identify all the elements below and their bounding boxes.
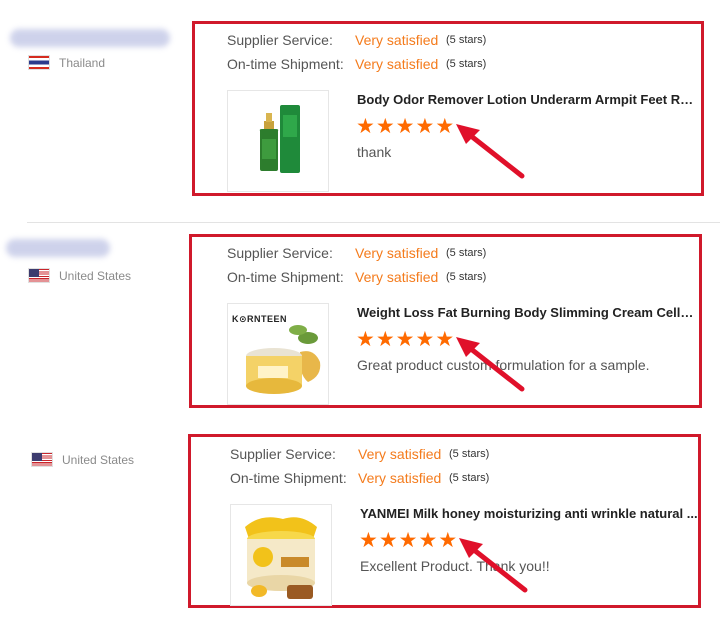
supplier-service-label: Supplier Service:	[227, 32, 333, 48]
shipment-row: On-time Shipment: Very satisfied (5 star…	[227, 56, 486, 72]
supplier-service-row: Supplier Service: Very satisfied (5 star…	[227, 32, 486, 48]
shipment-value: Very satisfied	[355, 56, 439, 72]
star-rating: ★ ★ ★ ★ ★	[359, 530, 458, 551]
red-arrow-annotation	[456, 124, 525, 179]
red-arrow-annotation	[456, 337, 525, 392]
shipment-row: On-time Shipment: Very satisfied (5 star…	[230, 470, 489, 486]
star-icon: ★	[415, 328, 435, 351]
review-item: United States Supplier Service: Very sat…	[0, 415, 720, 626]
review-comment: thank	[357, 144, 392, 160]
product-thumbnail[interactable]: K⊙RNTEEN	[227, 303, 329, 405]
star-icon: ★	[375, 115, 395, 138]
product-title-link[interactable]: YANMEI Milk honey moisturizing anti wrin…	[360, 506, 700, 521]
supplier-service-value: Very satisfied	[355, 245, 439, 261]
buyer-name-blurred	[6, 239, 110, 257]
serum-bottle-icon	[259, 105, 300, 173]
shipment-stars: (5 stars)	[446, 58, 487, 70]
star-icon: ★	[418, 529, 438, 552]
buyer-country: United States	[31, 452, 134, 467]
star-icon: ★	[356, 115, 375, 138]
country-label: United States	[59, 268, 132, 283]
star-rating: ★ ★ ★ ★ ★	[356, 116, 455, 137]
shipment-label: On-time Shipment:	[227, 269, 344, 285]
supplier-service-stars: (5 stars)	[449, 448, 490, 460]
star-icon: ★	[415, 115, 435, 138]
star-rating: ★ ★ ★ ★ ★	[356, 329, 455, 350]
product-title-link[interactable]: Body Odor Remover Lotion Underarm Armpit…	[357, 92, 697, 107]
buyer-name-blurred	[10, 29, 170, 47]
supplier-service-label: Supplier Service:	[230, 446, 336, 462]
supplier-service-value: Very satisfied	[358, 446, 442, 462]
review-item: United States Supplier Service: Very sat…	[0, 215, 720, 415]
supplier-service-stars: (5 stars)	[446, 247, 487, 259]
star-icon: ★	[398, 529, 418, 552]
shipment-stars: (5 stars)	[446, 271, 487, 283]
buyer-country: United States	[28, 268, 131, 283]
honey-mask-jar-icon	[245, 517, 317, 599]
country-label: United States	[62, 452, 135, 467]
shipment-label: On-time Shipment:	[230, 470, 347, 486]
product-brand-logo: K⊙RNTEEN	[232, 314, 288, 324]
buyer-country: Thailand	[28, 55, 105, 70]
product-thumbnail[interactable]	[230, 504, 332, 606]
star-icon: ★	[395, 328, 415, 351]
usa-flag-icon	[31, 452, 53, 467]
thailand-flag-icon	[28, 55, 50, 70]
star-icon: ★	[356, 328, 375, 351]
review-item: Thailand Supplier Service: Very satisfie…	[0, 0, 720, 215]
shipment-label: On-time Shipment:	[227, 56, 344, 72]
shipment-stars: (5 stars)	[449, 472, 490, 484]
supplier-service-label: Supplier Service:	[227, 245, 333, 261]
star-icon: ★	[375, 328, 395, 351]
supplier-service-row: Supplier Service: Very satisfied (5 star…	[230, 446, 489, 462]
supplier-service-value: Very satisfied	[355, 32, 439, 48]
shipment-value: Very satisfied	[355, 269, 439, 285]
product-thumbnail[interactable]	[227, 90, 329, 192]
usa-flag-icon	[28, 268, 50, 283]
star-icon: ★	[378, 529, 398, 552]
shipment-value: Very satisfied	[358, 470, 442, 486]
product-title-link[interactable]: Weight Loss Fat Burning Body Slimming Cr…	[357, 305, 697, 320]
supplier-service-row: Supplier Service: Very satisfied (5 star…	[227, 245, 486, 261]
shipment-row: On-time Shipment: Very satisfied (5 star…	[227, 269, 486, 285]
red-arrow-annotation	[459, 538, 528, 593]
star-icon: ★	[359, 529, 378, 552]
star-icon: ★	[395, 115, 415, 138]
country-label: Thailand	[59, 55, 106, 70]
supplier-service-stars: (5 stars)	[446, 34, 487, 46]
